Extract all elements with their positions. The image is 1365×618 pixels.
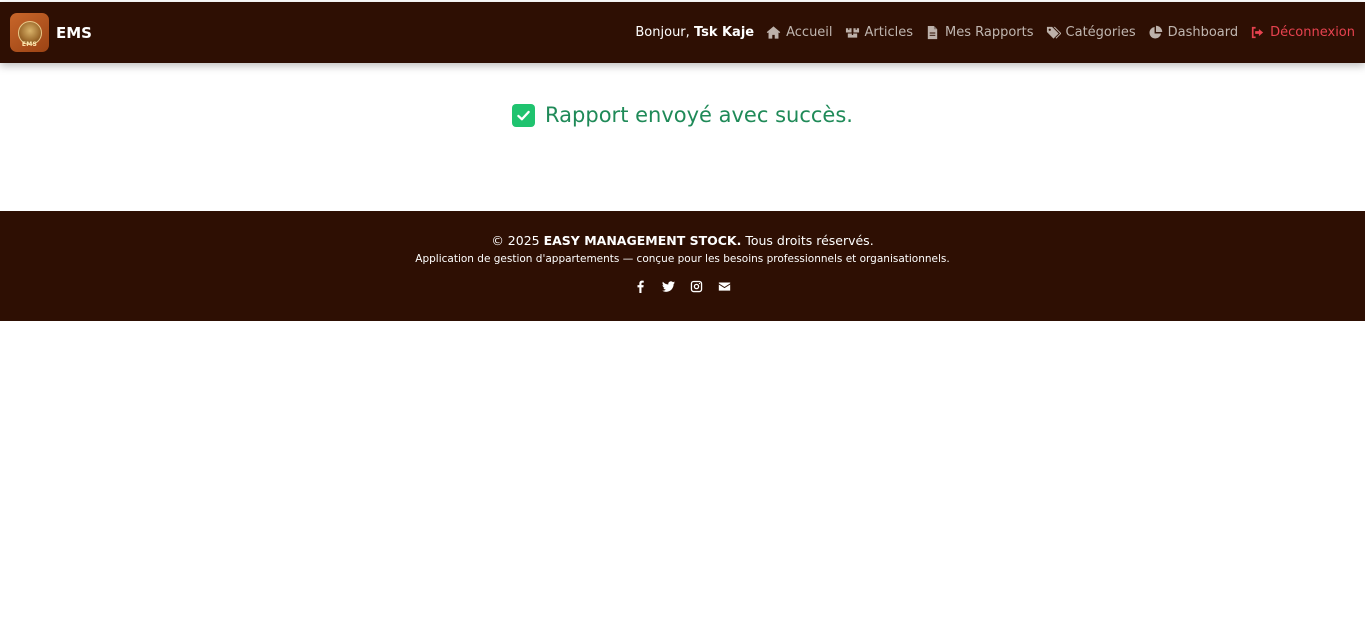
file-icon [927,25,938,40]
copyright-year: © 2025 [491,233,540,248]
greeting-prefix: Bonjour, [635,25,690,40]
social-links [0,279,1365,294]
nav-link-label: Déconnexion [1270,25,1355,40]
nav-link-deconnexion[interactable]: Déconnexion [1250,25,1355,40]
instagram-icon [690,280,703,293]
rights-text: Tous droits réservés. [745,233,874,248]
nav-link-articles[interactable]: Articles [845,25,913,40]
top-navbar: EMS EMS Bonjour, Tsk Kaje Accueil Articl… [0,2,1365,63]
user-name: Tsk Kaje [693,25,755,40]
logout-icon [1252,26,1264,39]
footer-tagline: Application de gestion d'appartements — … [415,253,950,265]
nav-link-label: Articles [864,25,914,40]
nav-link-label: Mes Rapports [945,25,1034,40]
brand-name[interactable]: EMS [56,24,92,42]
boxes-icon [845,28,859,38]
pie-chart-icon [1149,25,1162,39]
email-link[interactable] [717,279,732,294]
nav-menu: Bonjour, Tsk Kaje Accueil Articles Mes R… [635,25,1355,40]
nav-link-label: Catégories [1065,25,1136,40]
facebook-icon [637,280,644,293]
nav-link-mes-rapports[interactable]: Mes Rapports [925,25,1034,40]
nav-link-dashboard[interactable]: Dashboard [1148,25,1239,40]
twitter-link[interactable] [661,279,676,294]
nav-link-accueil[interactable]: Accueil [766,25,833,40]
copyright-line: © 2025 EASY MANAGEMENT STOCK. Tous droit… [0,233,1365,248]
user-greeting: Bonjour, Tsk Kaje [635,25,754,40]
nav-link-label: Accueil [786,25,833,40]
footer: © 2025 EASY MANAGEMENT STOCK. Tous droit… [0,211,1365,321]
main-content: Rapport envoyé avec succès. [0,63,1365,211]
success-message: Rapport envoyé avec succès. [545,103,853,127]
check-square-icon [512,103,536,127]
tags-icon [1046,26,1061,39]
success-alert: Rapport envoyé avec succès. [0,103,1365,127]
email-icon [718,282,731,291]
nav-link-categories[interactable]: Catégories [1046,25,1136,40]
ems-logo: EMS [10,13,49,52]
instagram-link[interactable] [689,279,704,294]
facebook-link[interactable] [633,279,648,294]
brand[interactable]: EMS EMS [10,13,92,52]
company-name: EASY MANAGEMENT STOCK. [543,233,742,248]
logo-text: EMS [21,41,38,48]
home-icon [766,26,781,39]
nav-link-label: Dashboard [1167,25,1239,40]
twitter-icon [662,281,675,292]
